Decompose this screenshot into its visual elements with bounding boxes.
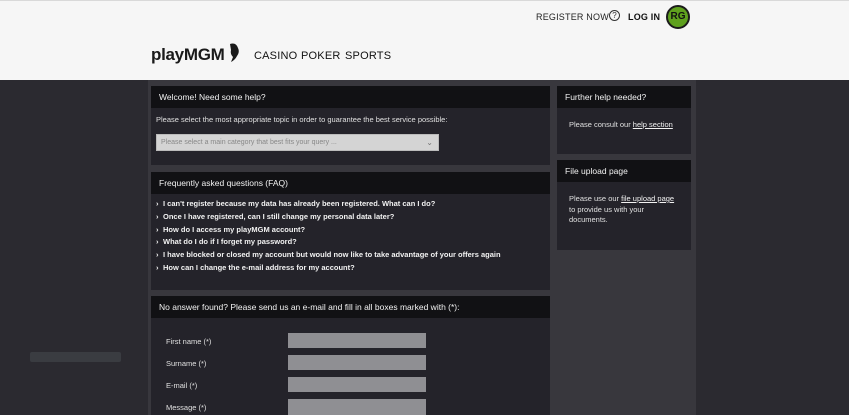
chevron-right-icon: › <box>156 237 159 246</box>
chevron-down-icon: ⌄ <box>426 138 433 147</box>
email-input[interactable] <box>288 377 426 392</box>
nav-poker[interactable]: POKER <box>301 50 341 62</box>
faq-card: Frequently asked questions (FAQ) › I can'… <box>151 172 550 290</box>
chevron-right-icon: › <box>156 199 159 208</box>
further-help-card: Further help needed? Please consult our … <box>557 86 691 154</box>
email-label: E-mail (*) <box>166 381 198 390</box>
first-name-input[interactable] <box>288 333 426 348</box>
logo-mgm-text: MGM <box>183 45 225 64</box>
further-help-title: Further help needed? <box>557 86 691 108</box>
login-button[interactable]: LOG IN <box>628 12 660 22</box>
faq-item[interactable]: › What do I do if I forget my password? <box>156 237 297 246</box>
further-help-text: Please consult our help section <box>569 120 673 129</box>
chevron-right-icon: › <box>156 225 159 234</box>
welcome-title: Welcome! Need some help? <box>151 86 550 108</box>
playmgm-logo[interactable]: playMGM <box>151 45 225 65</box>
help-section-link[interactable]: help section <box>633 120 673 129</box>
file-upload-page-link[interactable]: file upload page <box>621 194 674 203</box>
chevron-right-icon: › <box>156 250 159 259</box>
category-select[interactable]: Please select a main category that best … <box>156 134 439 151</box>
chevron-right-icon: › <box>156 263 159 272</box>
faq-item[interactable]: › I can't register because my data has al… <box>156 199 435 208</box>
nav-casino[interactable]: CASINO <box>254 50 297 62</box>
message-input[interactable] <box>288 399 426 415</box>
file-upload-title: File upload page <box>557 160 691 182</box>
contact-form-card: No answer found? Please send us an e-mai… <box>151 296 550 415</box>
message-label: Message (*) <box>166 403 207 412</box>
contact-form-title: No answer found? Please send us an e-mai… <box>151 296 550 318</box>
top-header: REGISTER NOW ? LOG IN RG playMGM CASINO … <box>0 0 849 80</box>
first-name-label: First name (*) <box>166 337 212 346</box>
chevron-right-icon: › <box>156 212 159 221</box>
surname-label: Surname (*) <box>166 359 207 368</box>
file-upload-card: File upload page Please use our file upl… <box>557 160 691 250</box>
faq-item[interactable]: › How can I change the e-mail address for… <box>156 263 355 272</box>
register-now-link[interactable]: REGISTER NOW <box>536 12 609 22</box>
welcome-card: Welcome! Need some help? Please select t… <box>151 86 550 165</box>
logo-play-text: play <box>151 45 184 64</box>
welcome-instruction: Please select the most appropriate topic… <box>156 115 448 124</box>
nav-sports[interactable]: SPORTS <box>345 50 391 62</box>
faded-element <box>30 352 121 362</box>
responsible-gaming-badge[interactable]: RG <box>666 5 690 29</box>
surname-input[interactable] <box>288 355 426 370</box>
faq-title: Frequently asked questions (FAQ) <box>151 172 550 194</box>
faq-item[interactable]: › Once I have registered, can I still cha… <box>156 212 394 221</box>
faq-item[interactable]: › I have blocked or closed my account but… <box>156 250 501 259</box>
file-upload-text: Please use our file upload page to provi… <box>569 194 675 224</box>
category-select-placeholder: Please select a main category that best … <box>161 139 337 146</box>
faq-item[interactable]: › How do I access my playMGM account? <box>156 225 305 234</box>
lion-logo-icon <box>230 43 239 62</box>
help-icon[interactable]: ? <box>609 10 620 21</box>
